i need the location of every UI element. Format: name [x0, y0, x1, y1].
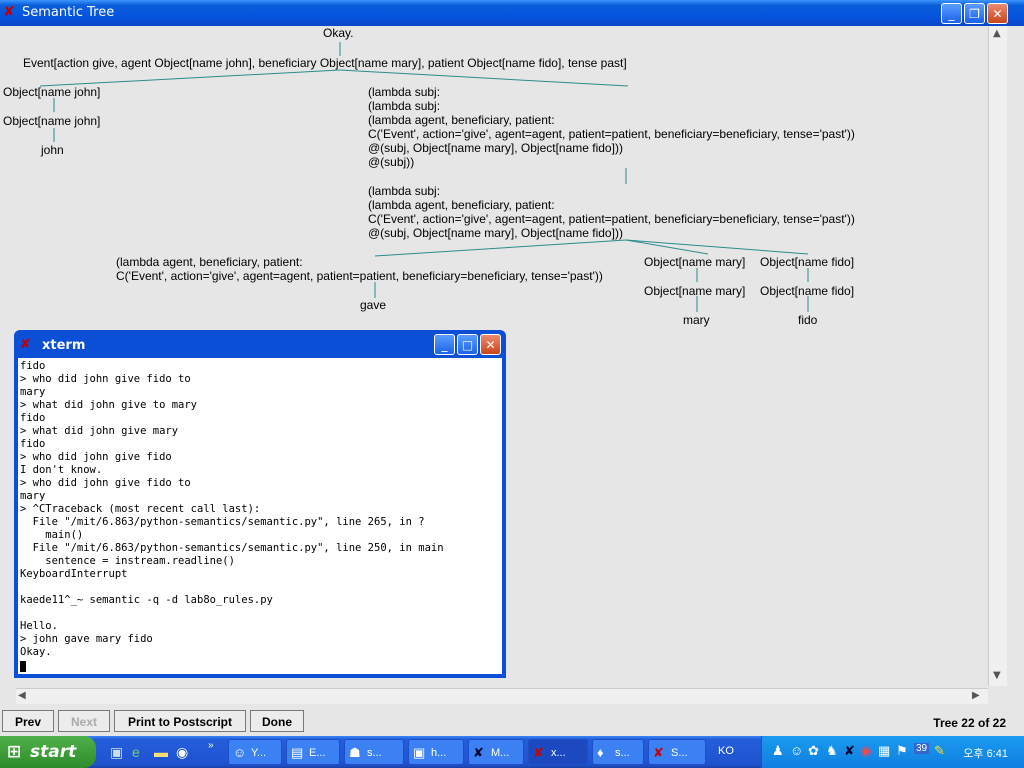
window-icon: ▣ — [413, 745, 426, 760]
xterm-close-button[interactable]: ✕ — [480, 334, 501, 355]
tree-root-node: Okay. — [323, 26, 354, 40]
scroll-right-icon[interactable]: ▶ — [972, 690, 980, 701]
tree-node-object-mary: Object[name mary] — [644, 255, 746, 269]
quicklaunch-desktop-icon[interactable]: ▣ — [110, 744, 123, 761]
next-button[interactable]: Next — [58, 710, 110, 732]
x-window-icon: ✘ — [653, 745, 664, 760]
tree-node-object-mary-2: Object[name mary] — [644, 284, 746, 298]
xterm-title: xterm — [42, 338, 86, 353]
taskbar-item-2[interactable]: ▤ E... — [286, 739, 340, 765]
quicklaunch-more-icon[interactable]: » — [208, 740, 214, 751]
tree-leaf-mary: mary — [683, 313, 710, 327]
close-button[interactable]: ✕ — [987, 3, 1008, 24]
taskbar-item-4[interactable]: ▣ h... — [408, 739, 464, 765]
tree-node-object-fido-2: Object[name fido] — [760, 284, 855, 298]
tree-node-object-john-2: Object[name john] — [3, 114, 101, 128]
clock: 오후 6:41 — [963, 748, 1008, 760]
taskbar-item-6[interactable]: ✘ x... — [528, 739, 588, 765]
language-indicator[interactable]: KO — [718, 745, 734, 757]
app-icon: ☗ — [349, 745, 361, 760]
pencil-icon[interactable]: ✎ — [934, 743, 945, 759]
tree-lambda-node-2: (lambda subj: (lambda agent, beneficiary,… — [368, 184, 855, 240]
start-button[interactable]: ⊞ start — [0, 736, 96, 768]
app-icon: ♦ — [597, 745, 604, 760]
tree-lambda-node-1: (lambda subj: (lambda subj: (lambda agent,… — [368, 85, 855, 169]
maximize-button[interactable]: ❐ — [964, 3, 985, 24]
tree-lambda-node-3: (lambda agent, beneficiary, patient: C('E… — [116, 255, 603, 283]
x-server-icon[interactable]: ✘ — [844, 743, 855, 759]
flag-icon[interactable]: ⚑ — [896, 743, 908, 759]
app-tray-icon[interactable]: ♞ — [826, 743, 838, 759]
bottom-toolbar: Prev Next Print to Postscript Done Tree … — [0, 704, 1024, 736]
quicklaunch-ie-icon[interactable]: e — [132, 744, 140, 760]
x-window-icon: ✘ — [533, 745, 544, 760]
windows-logo-icon: ⊞ — [7, 742, 22, 762]
x-window-icon: ✘ — [473, 745, 484, 760]
minimize-button[interactable]: _ — [941, 3, 962, 24]
document-icon: ▤ — [291, 745, 304, 760]
system-tray: ♟ ☺ ✿ ♞ ✘ ◉ ▦ ⚑ 39 ✎ 오후 6:41 — [761, 736, 1024, 768]
tree-node-object-fido: Object[name fido] — [760, 255, 855, 269]
taskbar-item-3[interactable]: ☗ s... — [344, 739, 404, 765]
quicklaunch-app-icon[interactable]: ◉ — [176, 744, 188, 761]
taskbar-item-5[interactable]: ✘ M... — [468, 739, 524, 765]
ime-icon[interactable]: ▦ — [878, 743, 890, 759]
network-icon[interactable]: ♟ — [772, 743, 784, 759]
taskbar: ⊞ start ▣ e ▬ ◉ » ☺ Y... ▤ E... ☗ s... ▣ h..… — [0, 736, 1024, 768]
window-title: Semantic Tree — [22, 5, 115, 20]
tree-leaf-gave: gave — [360, 298, 387, 312]
xterm-maximize-button[interactable]: □ — [457, 334, 478, 355]
taskbar-item-8[interactable]: ✘ S... — [648, 739, 706, 765]
tree-leaf-fido: fido — [798, 313, 818, 327]
tree-node-object-john: Object[name john] — [3, 85, 101, 99]
tree-event-node: Event[action give, agent Object[name joh… — [23, 56, 627, 70]
messenger-icon: ☺ — [233, 745, 247, 760]
stop-icon[interactable]: ◉ — [860, 743, 871, 759]
print-postscript-button[interactable]: Print to Postscript — [114, 710, 246, 732]
prev-button[interactable]: Prev — [2, 710, 54, 732]
scroll-up-icon[interactable]: ▲ — [993, 28, 1001, 39]
terminal-cursor — [20, 661, 26, 672]
window-titlebar: ✘ Semantic Tree _ ❐ ✕ — [0, 0, 1024, 26]
messenger-tray-icon[interactable]: ☺ — [790, 743, 803, 758]
tree-counter: Tree 22 of 22 — [933, 716, 1006, 730]
notification-badge[interactable]: 39 — [914, 743, 930, 754]
scroll-down-icon[interactable]: ▼ — [993, 670, 1001, 681]
xterm-minimize-button[interactable]: _ — [434, 334, 455, 355]
taskbar-item-1[interactable]: ☺ Y... — [228, 739, 282, 765]
terminal-text: fido > who did john give fido to mary > … — [20, 360, 444, 658]
horizontal-scrollbar[interactable]: ◀ ▶ — [16, 688, 988, 704]
quicklaunch-folder-icon[interactable]: ▬ — [154, 744, 168, 760]
vertical-scrollbar[interactable]: ▲ ▼ — [988, 26, 1007, 686]
done-button[interactable]: Done — [250, 710, 304, 732]
terminal-output[interactable]: fido > who did john give fido to mary > … — [18, 358, 502, 674]
taskbar-item-7[interactable]: ♦ s... — [592, 739, 644, 765]
xterm-window[interactable]: ✘ xterm _ □ ✕ fido > who did john give f… — [14, 330, 506, 678]
tree-leaf-john: john — [41, 143, 64, 157]
x-logo-icon: ✘ — [3, 4, 15, 20]
security-icon[interactable]: ✿ — [808, 743, 819, 759]
scroll-left-icon[interactable]: ◀ — [18, 690, 26, 701]
x-logo-icon: ✘ — [20, 337, 31, 352]
